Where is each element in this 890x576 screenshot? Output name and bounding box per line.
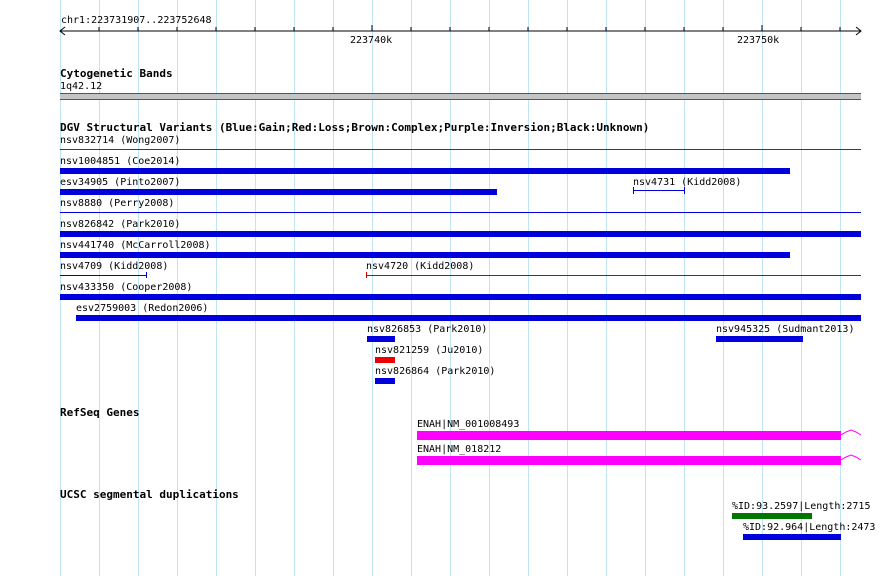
grid-line xyxy=(255,0,256,576)
dgv-feature-label: nsv433350 (Cooper2008) xyxy=(60,282,193,293)
dgv-feature-bar[interactable] xyxy=(60,231,861,237)
grid-line xyxy=(840,0,841,576)
grid-line xyxy=(411,0,412,576)
grid-line xyxy=(450,0,451,576)
dgv-feature-endcap xyxy=(684,187,685,194)
dgv-feature-line[interactable] xyxy=(366,275,861,276)
dgv-feature-label: esv2759003 (Redon2006) xyxy=(76,303,209,314)
dgv-feature-endcap xyxy=(633,187,634,194)
genome-browser-canvas: chr1:223731907..223752648 223740k 223750… xyxy=(0,0,890,576)
grid-line xyxy=(489,0,490,576)
dgv-feature-label: nsv4731 (Kidd2008) xyxy=(633,177,742,188)
segdup-track-title: UCSC segmental duplications xyxy=(60,488,239,501)
dgv-feature-line[interactable] xyxy=(60,275,147,276)
dgv-feature-endcap xyxy=(146,272,147,278)
segdup-label: %ID:93.2597|Length:2715 xyxy=(732,501,871,512)
dgv-feature-label: nsv821259 (Ju2010) xyxy=(375,345,484,356)
ruler-tick-label: 223750k xyxy=(737,35,780,46)
dgv-feature-bar[interactable] xyxy=(367,336,395,342)
dgv-feature-bar[interactable] xyxy=(716,336,803,342)
grid-line xyxy=(645,0,646,576)
dgv-feature-label: nsv826842 (Park2010) xyxy=(60,219,181,230)
dgv-feature-label: esv34905 (Pinto2007) xyxy=(60,177,181,188)
refseq-gene-bar[interactable] xyxy=(417,431,841,440)
dgv-feature-line[interactable] xyxy=(633,190,685,191)
grid-line xyxy=(333,0,334,576)
grid-line xyxy=(801,0,802,576)
refseq-track-title: RefSeq Genes xyxy=(60,406,140,419)
dgv-feature-bar[interactable] xyxy=(60,189,497,195)
dgv-feature-bar[interactable] xyxy=(76,315,861,321)
dgv-feature-label: nsv945325 (Sudmant2013) xyxy=(716,324,855,335)
segdup-bar[interactable] xyxy=(732,513,812,519)
truncation-arrow-icon xyxy=(841,429,862,436)
dgv-feature-label: nsv826864 (Park2010) xyxy=(375,366,496,377)
dgv-feature-bar[interactable] xyxy=(375,378,395,384)
dgv-feature-line[interactable] xyxy=(60,212,861,213)
grid-line xyxy=(294,0,295,576)
dgv-feature-endcap xyxy=(366,272,367,278)
cytoband-track-title: Cytogenetic Bands xyxy=(60,67,173,80)
cytoband-bar[interactable] xyxy=(60,93,861,100)
refseq-gene-label: ENAH|NM_001008493 xyxy=(417,419,520,430)
segdup-bar[interactable] xyxy=(743,534,841,540)
dgv-feature-label: nsv1004851 (Coe2014) xyxy=(60,156,181,167)
dgv-feature-bar[interactable] xyxy=(60,252,790,258)
refseq-gene-label: ENAH|NM_018212 xyxy=(417,444,502,455)
dgv-feature-label: nsv826853 (Park2010) xyxy=(367,324,488,335)
grid-line xyxy=(372,0,373,576)
dgv-feature-label: nsv4720 (Kidd2008) xyxy=(366,261,475,272)
dgv-feature-label: nsv832714 (Wong2007) xyxy=(60,135,181,146)
dgv-feature-bar[interactable] xyxy=(375,357,395,363)
grid-line xyxy=(762,0,763,576)
segdup-label: %ID:92.964|Length:2473 xyxy=(743,522,876,533)
dgv-feature-line[interactable] xyxy=(60,149,861,150)
grid-line xyxy=(606,0,607,576)
grid-line xyxy=(684,0,685,576)
dgv-feature-label: nsv441740 (McCarroll2008) xyxy=(60,240,211,251)
dgv-feature-label: nsv4709 (Kidd2008) xyxy=(60,261,169,272)
grid-line xyxy=(528,0,529,576)
dgv-feature-bar[interactable] xyxy=(60,168,790,174)
refseq-gene-bar[interactable] xyxy=(417,456,841,465)
truncation-arrow-icon xyxy=(841,454,862,461)
cytoband-label: 1q42.12 xyxy=(60,81,103,92)
dgv-track-title: DGV Structural Variants (Blue:Gain;Red:L… xyxy=(60,121,650,134)
grid-line xyxy=(567,0,568,576)
ruler-tick-label: 223740k xyxy=(350,35,393,46)
dgv-feature-bar[interactable] xyxy=(60,294,861,300)
grid-line xyxy=(723,0,724,576)
dgv-feature-label: nsv8880 (Perry2008) xyxy=(60,198,175,209)
